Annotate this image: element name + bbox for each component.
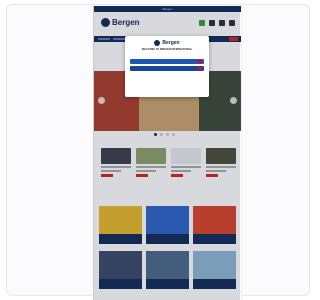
modal-title: WELCOME TO BERGEN INTERNATIONAL (141, 48, 193, 51)
modal-description (130, 52, 204, 57)
modal-logo: Bergen (130, 40, 204, 46)
region-option-button[interactable] (130, 66, 204, 71)
modal-logo-text: Bergen (162, 40, 180, 46)
region-option-button[interactable] (130, 59, 204, 64)
flag-icon (197, 60, 202, 63)
logo-mark-icon (154, 40, 161, 46)
region-selection-modal: Bergen WELCOME TO BERGEN INTERNATIONAL (125, 36, 209, 97)
flag-icon (197, 67, 202, 70)
